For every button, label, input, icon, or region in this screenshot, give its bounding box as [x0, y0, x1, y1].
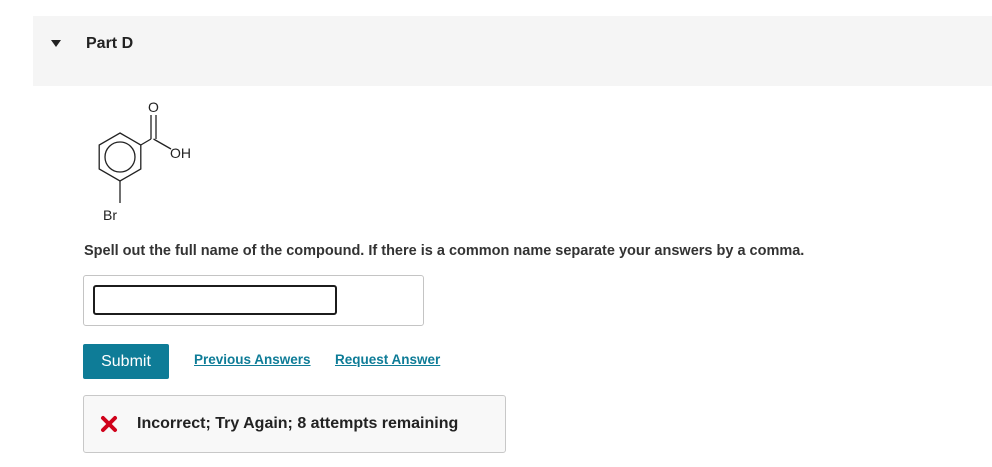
- feedback-box: Incorrect; Try Again; 8 attempts remaini…: [83, 395, 506, 453]
- benzene-ring: [98, 132, 142, 182]
- oxygen-label: O: [148, 99, 159, 115]
- bromine-label: Br: [103, 207, 117, 223]
- question-prompt: Spell out the full name of the compound.…: [84, 243, 805, 259]
- chemical-structure: O OH Br: [98, 99, 191, 223]
- x-icon: [101, 416, 117, 432]
- previous-answers-link[interactable]: Previous Answers: [194, 352, 311, 367]
- caret-down-icon[interactable]: [51, 40, 61, 47]
- submit-button[interactable]: Submit: [83, 344, 169, 379]
- carboxyl-bonds: [119, 115, 172, 203]
- part-title: Part D: [86, 35, 134, 52]
- answer-input[interactable]: [93, 285, 337, 315]
- part-header[interactable]: Part D: [33, 16, 992, 86]
- answer-container: [83, 275, 424, 326]
- request-answer-link[interactable]: Request Answer: [335, 352, 440, 367]
- hydroxyl-label: OH: [170, 145, 191, 161]
- feedback-message: Incorrect; Try Again; 8 attempts remaini…: [137, 415, 459, 432]
